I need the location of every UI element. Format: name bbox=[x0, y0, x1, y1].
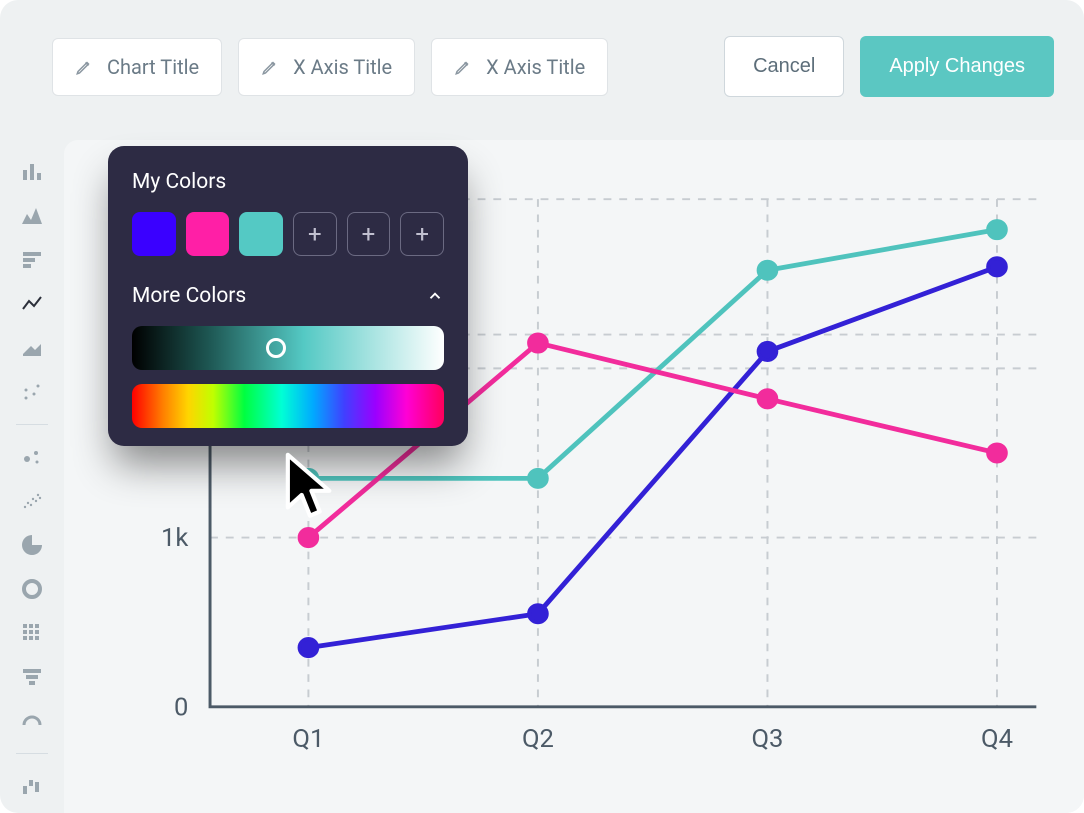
svg-text:Q2: Q2 bbox=[522, 725, 554, 754]
bubble-chart-icon[interactable] bbox=[18, 443, 46, 471]
pencil-icon bbox=[75, 58, 93, 76]
svg-text:Q4: Q4 bbox=[981, 725, 1013, 754]
color-swatch[interactable] bbox=[132, 212, 176, 256]
sidebar-separator bbox=[16, 424, 48, 425]
add-color-button[interactable]: + bbox=[293, 212, 337, 256]
area-peaks-icon[interactable] bbox=[18, 202, 46, 230]
heatmap-grid-icon[interactable] bbox=[18, 619, 46, 647]
chevron-up-icon bbox=[426, 287, 444, 305]
app-frame: Chart Title X Axis Title X Axis Title Ca… bbox=[0, 0, 1084, 813]
x-axis-title-text-1: X Axis Title bbox=[293, 55, 392, 79]
more-colors-header[interactable]: More Colors bbox=[132, 284, 444, 308]
scatter-dense-icon[interactable] bbox=[18, 487, 46, 515]
pencil-icon bbox=[261, 58, 279, 76]
color-picker-popover: My Colors + + + More Colors bbox=[108, 146, 468, 446]
bar-chart-icon[interactable] bbox=[18, 158, 46, 186]
line-chart-icon[interactable] bbox=[18, 290, 46, 318]
area-chart-icon[interactable] bbox=[18, 334, 46, 362]
add-color-button[interactable]: + bbox=[347, 212, 391, 256]
pie-chart-icon[interactable] bbox=[18, 531, 46, 559]
swatch-row: + + + bbox=[132, 212, 444, 256]
more-colors-label: More Colors bbox=[132, 284, 246, 308]
svg-text:1k: 1k bbox=[161, 524, 189, 553]
funnel-chart-icon[interactable] bbox=[18, 663, 46, 691]
chart-title-text: Chart Title bbox=[107, 55, 199, 79]
my-colors-heading: My Colors bbox=[132, 170, 444, 194]
color-swatch[interactable] bbox=[239, 212, 283, 256]
cancel-button[interactable]: Cancel bbox=[724, 36, 844, 97]
apply-changes-button[interactable]: Apply Changes bbox=[860, 36, 1054, 97]
sidebar-separator bbox=[16, 753, 48, 754]
chart-title-field[interactable]: Chart Title bbox=[52, 38, 222, 96]
color-swatch[interactable] bbox=[186, 212, 230, 256]
waterfall-chart-icon[interactable] bbox=[18, 772, 46, 800]
scatter-sparse-icon[interactable] bbox=[18, 378, 46, 406]
add-color-button[interactable]: + bbox=[400, 212, 444, 256]
hue-slider[interactable] bbox=[132, 384, 444, 428]
shade-slider-handle[interactable] bbox=[266, 338, 286, 358]
horizontal-bars-icon[interactable] bbox=[18, 246, 46, 274]
svg-text:Q1: Q1 bbox=[292, 725, 324, 754]
gauge-chart-icon[interactable] bbox=[18, 707, 46, 735]
pencil-icon bbox=[454, 58, 472, 76]
svg-text:0: 0 bbox=[174, 694, 188, 723]
svg-text:Q3: Q3 bbox=[751, 725, 783, 754]
donut-chart-icon[interactable] bbox=[18, 575, 46, 603]
x-axis-title-text-2: X Axis Title bbox=[486, 55, 585, 79]
top-toolbar: Chart Title X Axis Title X Axis Title Ca… bbox=[0, 0, 1084, 117]
x-axis-title-field-1[interactable]: X Axis Title bbox=[238, 38, 415, 96]
x-axis-title-field-2[interactable]: X Axis Title bbox=[431, 38, 608, 96]
shade-slider[interactable] bbox=[132, 326, 444, 370]
chart-type-sidebar bbox=[0, 140, 64, 813]
